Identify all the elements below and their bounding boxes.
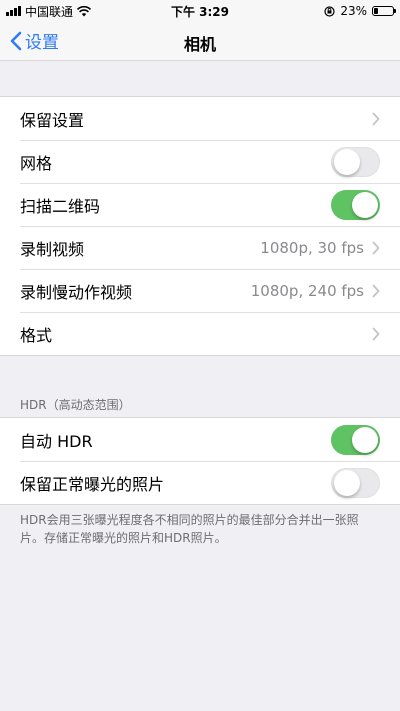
grid-toggle[interactable] bbox=[331, 146, 380, 177]
row-label: 保留设置 bbox=[20, 110, 85, 130]
row-value: 1080p, 30 fps bbox=[260, 238, 364, 257]
record-slomo-row[interactable]: 录制慢动作视频 1080p, 240 fps bbox=[0, 269, 400, 312]
auto-hdr-toggle[interactable] bbox=[331, 424, 380, 455]
wifi-icon bbox=[77, 5, 92, 16]
toggle-knob bbox=[334, 469, 360, 496]
orientation-lock-icon bbox=[324, 5, 335, 17]
row-label: 格式 bbox=[20, 325, 53, 345]
formats-row[interactable]: 格式 bbox=[0, 312, 400, 355]
hdr-footer-note: HDR会用三张曝光程度各不相同的照片的最佳部分合并出一张照片。存储正常曝光的照片… bbox=[20, 513, 359, 545]
page-title: 相机 bbox=[183, 35, 216, 54]
row-label: 自动 HDR bbox=[20, 431, 93, 451]
auto-hdr-row: 自动 HDR bbox=[0, 418, 400, 461]
carrier-name: 中国联通 bbox=[25, 4, 74, 19]
cellular-signal-icon bbox=[6, 6, 21, 16]
row-label: 保留正常曝光的照片 bbox=[20, 474, 165, 494]
keep-normal-photo-row: 保留正常曝光的照片 bbox=[0, 461, 400, 504]
status-right: 23% bbox=[324, 4, 396, 18]
row-label: 扫描二维码 bbox=[20, 196, 101, 216]
row-label: 网格 bbox=[20, 153, 53, 173]
toggle-knob bbox=[352, 426, 378, 453]
grid-row: 网格 bbox=[0, 140, 400, 183]
status-bar: 中国联通 下午 3:29 23% bbox=[0, 0, 400, 22]
chevron-right-icon bbox=[372, 241, 380, 254]
scan-qr-toggle[interactable] bbox=[331, 189, 380, 220]
battery-percent: 23% bbox=[340, 4, 367, 18]
row-label: 录制视频 bbox=[20, 239, 85, 259]
chevron-right-icon bbox=[372, 112, 380, 125]
hdr-settings-group: 自动 HDR 保留正常曝光的照片 bbox=[0, 417, 400, 505]
toggle-knob bbox=[352, 191, 378, 218]
status-left: 中国联通 bbox=[6, 3, 324, 20]
row-value: 1080p, 240 fps bbox=[250, 281, 364, 300]
row-label: 录制慢动作视频 bbox=[20, 282, 133, 302]
preserve-settings-row[interactable]: 保留设置 bbox=[0, 97, 400, 140]
keep-normal-photo-toggle[interactable] bbox=[331, 467, 380, 498]
chevron-right-icon bbox=[372, 327, 380, 340]
hdr-section-header: HDR（高动态范围） bbox=[20, 398, 131, 412]
navigation-bar: 设置 相机 bbox=[0, 22, 400, 61]
battery-icon bbox=[372, 6, 396, 16]
toggle-knob bbox=[334, 148, 360, 175]
chevron-right-icon bbox=[372, 284, 380, 297]
camera-settings-group: 保留设置 网格 扫描二维码 录制视频 1080p, 30 fps 录制慢动作视频… bbox=[0, 96, 400, 356]
battery-fill bbox=[374, 8, 378, 14]
record-video-row[interactable]: 录制视频 1080p, 30 fps bbox=[0, 226, 400, 269]
scan-qr-row: 扫描二维码 bbox=[0, 183, 400, 226]
